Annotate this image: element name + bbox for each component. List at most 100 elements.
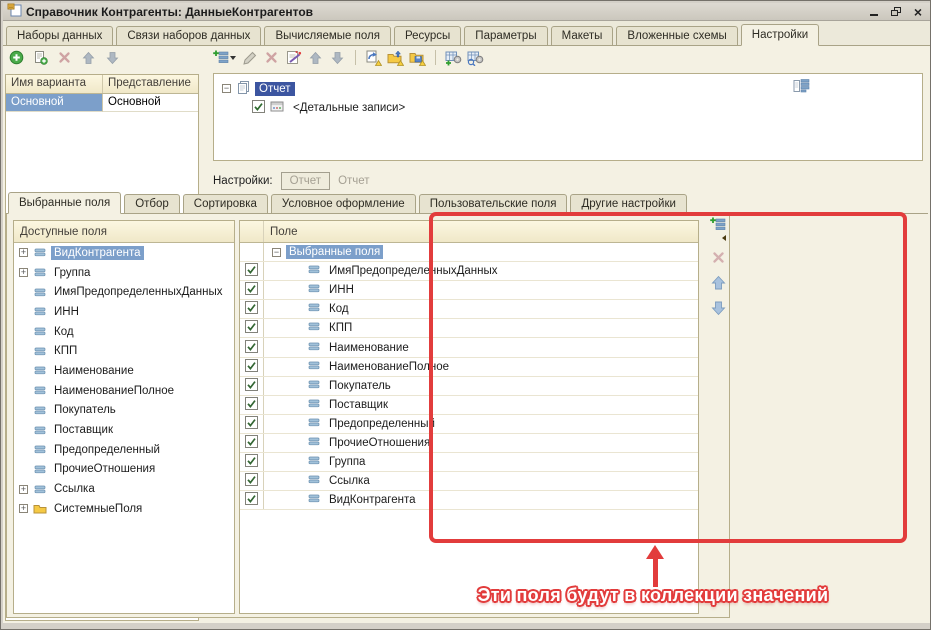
field-label[interactable]: Код (326, 302, 352, 316)
field-label[interactable]: ИНН (326, 283, 357, 297)
checkbox-checked[interactable] (245, 301, 258, 317)
group-row[interactable]: −Выбранные поля (240, 243, 698, 262)
expand-icon[interactable]: + (19, 268, 28, 277)
field-tree-item[interactable]: НаименованиеПолное (14, 381, 234, 401)
folder-save-button[interactable] (409, 49, 426, 66)
output-list-icon[interactable] (793, 78, 810, 96)
add-structure-item-button[interactable] (213, 49, 236, 66)
field-tree-item[interactable]: ИмяПредопределенныхДанных (14, 282, 234, 302)
report-chip-button[interactable]: Отчет (281, 172, 331, 190)
selected-field-row[interactable]: ИНН (240, 281, 698, 300)
checkbox-checked[interactable] (245, 340, 258, 356)
variant-presentation-cell[interactable]: Основной (103, 94, 198, 112)
checkbox-checked[interactable] (245, 263, 258, 279)
minimize-button[interactable] (866, 5, 882, 19)
doc-arrow-button[interactable] (365, 49, 382, 66)
checkbox-checked[interactable] (245, 282, 258, 298)
add-variant-button[interactable] (8, 49, 25, 66)
tree-node-label[interactable]: <Детальные записи> (289, 101, 409, 115)
close-button[interactable]: × (910, 5, 926, 19)
tab-calculated-fields[interactable]: Вычисляемые поля (264, 26, 391, 46)
selected-field-row[interactable]: Покупатель (240, 377, 698, 396)
field-label[interactable]: ПрочиеОтношения (51, 462, 158, 476)
field-tree-item[interactable]: Код (14, 322, 234, 342)
checkbox-checked[interactable] (245, 416, 258, 432)
checkbox-checked[interactable] (245, 454, 258, 470)
move-structure-up-button[interactable] (307, 49, 324, 66)
selected-field-row[interactable]: Предопределенный (240, 415, 698, 434)
checkbox-checked[interactable] (245, 397, 258, 413)
field-tree-item[interactable]: Покупатель (14, 401, 234, 421)
expand-icon[interactable]: + (19, 504, 28, 513)
field-label[interactable]: Наименование (51, 364, 137, 378)
tab-resources[interactable]: Ресурсы (394, 26, 461, 46)
tab-dataset-links[interactable]: Связи наборов данных (116, 26, 261, 46)
field-tree-item[interactable]: Предопределенный (14, 440, 234, 460)
field-tree-item[interactable]: Поставщик (14, 420, 234, 440)
tab-user-fields[interactable]: Пользовательские поля (419, 194, 568, 214)
tab-templates[interactable]: Макеты (551, 26, 614, 46)
field-label[interactable]: Группа (51, 266, 93, 280)
delete-variant-button[interactable] (56, 49, 73, 66)
collapse-icon[interactable]: − (272, 248, 281, 257)
tab-nested-schemas[interactable]: Вложенные схемы (616, 26, 737, 46)
field-tree-item[interactable]: + СистемныеПоля (14, 499, 234, 519)
tree-node-label[interactable]: Отчет (255, 82, 295, 96)
tab-datasets[interactable]: Наборы данных (6, 26, 113, 46)
tree-node-report[interactable]: − Отчет (214, 79, 922, 98)
field-label[interactable]: Предопределенный (51, 443, 163, 457)
tree-node-detail-records[interactable]: <Детальные записи> (214, 98, 922, 117)
field-label[interactable]: СистемныеПоля (51, 502, 145, 516)
field-label[interactable]: ИмяПредопределенныхДанных (51, 285, 226, 299)
field-label[interactable]: Группа (326, 455, 368, 469)
field-label[interactable]: КПП (326, 321, 355, 335)
field-column-header[interactable]: Поле (264, 221, 298, 242)
add-field-button[interactable] (710, 216, 727, 233)
checkbox-checked[interactable] (245, 492, 258, 508)
group-label[interactable]: Выбранные поля (286, 245, 383, 259)
field-label[interactable]: ПрочиеОтношения (326, 436, 433, 450)
selected-field-row[interactable]: ПрочиеОтношения (240, 434, 698, 453)
checkbox-checked[interactable] (245, 473, 258, 489)
collapse-icon[interactable]: − (222, 84, 231, 93)
checkbox-checked[interactable] (252, 100, 265, 116)
column-header-presentation[interactable]: Представление (103, 75, 198, 93)
selected-field-row[interactable]: Ссылка (240, 472, 698, 491)
field-label[interactable]: Поставщик (326, 398, 391, 412)
tab-parameters[interactable]: Параметры (464, 26, 547, 46)
move-field-up-button[interactable] (710, 274, 727, 291)
checkbox-checked[interactable] (245, 378, 258, 394)
move-field-down-button[interactable] (710, 299, 727, 316)
grid-gear-add-button[interactable] (445, 49, 462, 66)
field-label[interactable]: Ссылка (326, 474, 373, 488)
expand-icon[interactable]: + (19, 485, 28, 494)
tab-sorting[interactable]: Сортировка (183, 194, 268, 214)
tab-filter[interactable]: Отбор (124, 194, 180, 214)
grid-gear-search-button[interactable] (467, 49, 484, 66)
tab-conditional-appearance[interactable]: Условное оформление (271, 194, 416, 214)
title-bar[interactable]: Справочник Контрагенты: ДанныеКонтрагент… (3, 3, 930, 21)
chevron-left-icon[interactable] (722, 235, 726, 241)
field-tree-item[interactable]: + ВидКонтрагента (14, 243, 234, 263)
field-label[interactable]: НаименованиеПолное (51, 384, 177, 398)
edit-structure-item-button[interactable] (241, 49, 258, 66)
delete-field-button[interactable] (710, 249, 727, 266)
field-label[interactable]: КПП (51, 344, 80, 358)
selected-field-row[interactable]: Поставщик (240, 396, 698, 415)
tab-settings[interactable]: Настройки (741, 24, 819, 46)
settings-wizard-button[interactable] (285, 49, 302, 66)
selected-field-row[interactable]: Группа (240, 453, 698, 472)
selected-field-row[interactable]: НаименованиеПолное (240, 358, 698, 377)
field-label[interactable]: Код (51, 325, 77, 339)
expand-icon[interactable]: + (19, 248, 28, 257)
move-structure-down-button[interactable] (329, 49, 346, 66)
field-label[interactable]: Наименование (326, 341, 412, 355)
field-label[interactable]: ВидКонтрагента (326, 493, 419, 507)
field-label[interactable]: ВидКонтрагента (51, 246, 144, 260)
field-label[interactable]: Предопределенный (326, 417, 438, 431)
delete-structure-item-button[interactable] (263, 49, 280, 66)
table-row[interactable]: Основной Основной (6, 94, 198, 112)
field-label[interactable]: Ссылка (51, 482, 98, 496)
variant-name-cell[interactable]: Основной (6, 94, 103, 112)
checkbox-checked[interactable] (245, 435, 258, 451)
